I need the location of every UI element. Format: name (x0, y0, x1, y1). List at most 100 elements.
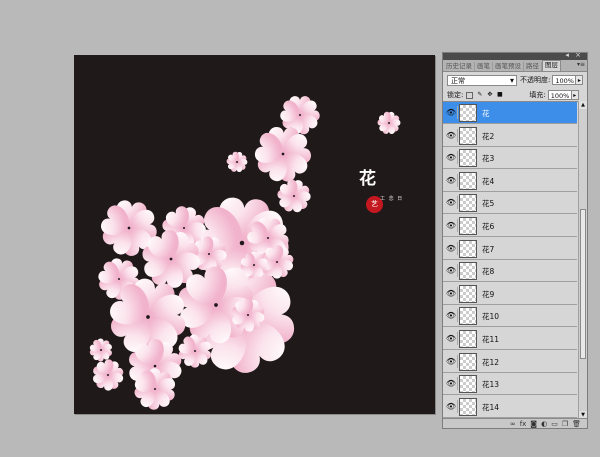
layer-row[interactable]: 👁 花6 (443, 215, 577, 237)
lock-transparency-icon[interactable] (466, 91, 474, 99)
tab-history[interactable]: 历史记录 (444, 62, 475, 71)
lock-pixels-icon[interactable]: ✎ (476, 91, 483, 99)
visibility-eye-icon[interactable]: 👁 (445, 377, 458, 391)
scroll-thumb[interactable] (580, 209, 586, 359)
layer-name: 花7 (482, 244, 495, 254)
layer-name: 花6 (482, 222, 495, 231)
visibility-eye-icon[interactable]: 👁 (445, 399, 458, 413)
flower-center (247, 314, 249, 316)
flower (377, 111, 401, 134)
tab-brush-presets[interactable]: 画笔预设 (493, 62, 524, 71)
flower-center (388, 122, 390, 124)
layer-row[interactable]: 👁 花14 (443, 395, 577, 418)
panel-collapse-icon[interactable]: ◂ × (565, 51, 583, 59)
flower-center (118, 278, 120, 280)
lock-label: 锁定: (447, 91, 464, 99)
blend-mode-select[interactable]: 正常 (447, 74, 517, 86)
tab-brush[interactable]: 画笔 (475, 62, 493, 71)
flower-center (100, 349, 102, 351)
mask-icon[interactable]: ◙ (530, 420, 537, 428)
visibility-eye-icon[interactable]: 👁 (445, 173, 458, 187)
layer-row[interactable]: 👁 花8 (443, 260, 577, 283)
layer-thumbnail (459, 307, 477, 326)
visibility-eye-icon[interactable]: 👁 (445, 309, 458, 323)
flower-artwork (89, 96, 401, 410)
flower (277, 179, 311, 213)
layers-scrollbar[interactable]: ▲ ▼ (578, 101, 587, 419)
layer-row[interactable]: 👁 花2 (443, 124, 577, 147)
layers-list[interactable]: 👁 花 👁 花2 👁 花3 👁 花4 👁 花5 👁 花6 👁 花7 👁 花8 👁 花9 👁 花10 👁 花11 👁 花12 👁 花… (443, 101, 587, 420)
visibility-eye-icon[interactable]: 👁 (445, 286, 458, 300)
opacity-dropdown-icon[interactable]: ▸ (576, 75, 584, 85)
layer-name: 花4 (482, 176, 495, 186)
blend-row: 正常 不透明度: 100% ▸ (443, 72, 587, 88)
group-icon[interactable]: ▭ (551, 420, 558, 428)
layer-row[interactable]: 👁 花3 (443, 147, 577, 170)
visibility-eye-icon[interactable]: 👁 (445, 264, 458, 278)
layer-row[interactable]: 👁 花 (443, 102, 577, 124)
layer-name: 花2 (482, 131, 495, 141)
layer-row[interactable]: 👁 花7 (443, 237, 577, 260)
flower-center (281, 152, 285, 156)
layer-row[interactable]: 👁 花4 (443, 169, 577, 192)
fill-input[interactable]: 100% (547, 90, 572, 100)
panel-tabs: 历史记录 画笔 画笔预设 路径 图层 ▾≡ (443, 60, 587, 72)
flower-center (276, 261, 278, 263)
link-icon[interactable]: ∞ (510, 420, 516, 428)
layer-thumbnail (459, 194, 477, 213)
visibility-eye-icon[interactable]: 👁 (445, 196, 458, 210)
layer-thumbnail (459, 352, 477, 371)
flower-center (107, 374, 109, 376)
opacity-input[interactable]: 100% (552, 75, 577, 85)
new-layer-icon[interactable]: ❐ (562, 420, 568, 428)
visibility-eye-icon[interactable]: 👁 (445, 219, 458, 232)
flower-center (182, 226, 186, 230)
lock-position-icon[interactable]: ✥ (486, 91, 493, 99)
layers-bottom-toolbar: ∞ fx ◙ ◐ ▭ ❐ 🗑 (443, 418, 587, 428)
flower-center (127, 226, 131, 230)
layer-row[interactable]: 👁 花10 (443, 305, 577, 328)
panel-title-bar[interactable]: ◂ × (443, 51, 587, 60)
layer-thumbnail (459, 149, 477, 168)
layer-name: 花14 (482, 402, 500, 412)
layer-row[interactable]: 👁 花12 (443, 350, 577, 373)
layer-name: 花12 (482, 357, 500, 367)
layer-name: 花11 (482, 335, 500, 344)
layer-row[interactable]: 👁 花5 (443, 192, 577, 215)
adjustment-icon[interactable]: ◐ (541, 420, 547, 428)
layer-row[interactable]: 👁 花11 (443, 328, 577, 350)
layer-row[interactable]: 👁 花9 (443, 282, 577, 305)
visibility-eye-icon[interactable]: 👁 (445, 128, 458, 142)
flower-center (146, 315, 150, 319)
layer-thumbnail (459, 330, 477, 348)
small-calligraphy: 工 念 日 (380, 196, 404, 202)
tab-layers[interactable]: 图层 (542, 60, 561, 71)
layer-thumbnail (459, 217, 477, 235)
visibility-eye-icon[interactable]: 👁 (445, 106, 458, 119)
panel-menu-icon[interactable]: ▾≡ (577, 61, 585, 69)
opacity-label: 不透明度: (520, 76, 551, 84)
fill-dropdown-icon[interactable]: ▸ (571, 90, 579, 100)
document-canvas[interactable]: 花 艺 工 念 日 (74, 55, 435, 414)
fx-icon[interactable]: fx (520, 420, 527, 428)
layer-thumbnail (459, 104, 477, 122)
flower-center (293, 195, 295, 197)
flower-character: 花 (359, 169, 376, 189)
layer-name: 花5 (482, 199, 495, 209)
visibility-eye-icon[interactable]: 👁 (445, 151, 458, 165)
flower-center (194, 350, 196, 352)
layer-thumbnail (459, 239, 477, 258)
layer-row[interactable]: 👁 花13 (443, 373, 577, 396)
flower (93, 359, 124, 391)
visibility-eye-icon[interactable]: 👁 (445, 241, 458, 255)
scroll-up-icon[interactable]: ▲ (579, 101, 587, 109)
tab-paths[interactable]: 路径 (524, 62, 542, 71)
visibility-eye-icon[interactable]: 👁 (445, 332, 458, 345)
layer-name: 花9 (482, 289, 495, 299)
lock-all-icon[interactable]: ■ (496, 91, 503, 99)
trash-icon[interactable]: 🗑 (572, 420, 581, 428)
layer-thumbnail (459, 375, 477, 394)
visibility-eye-icon[interactable]: 👁 (445, 354, 458, 368)
layer-name: 花10 (482, 312, 500, 322)
flower (226, 151, 248, 173)
